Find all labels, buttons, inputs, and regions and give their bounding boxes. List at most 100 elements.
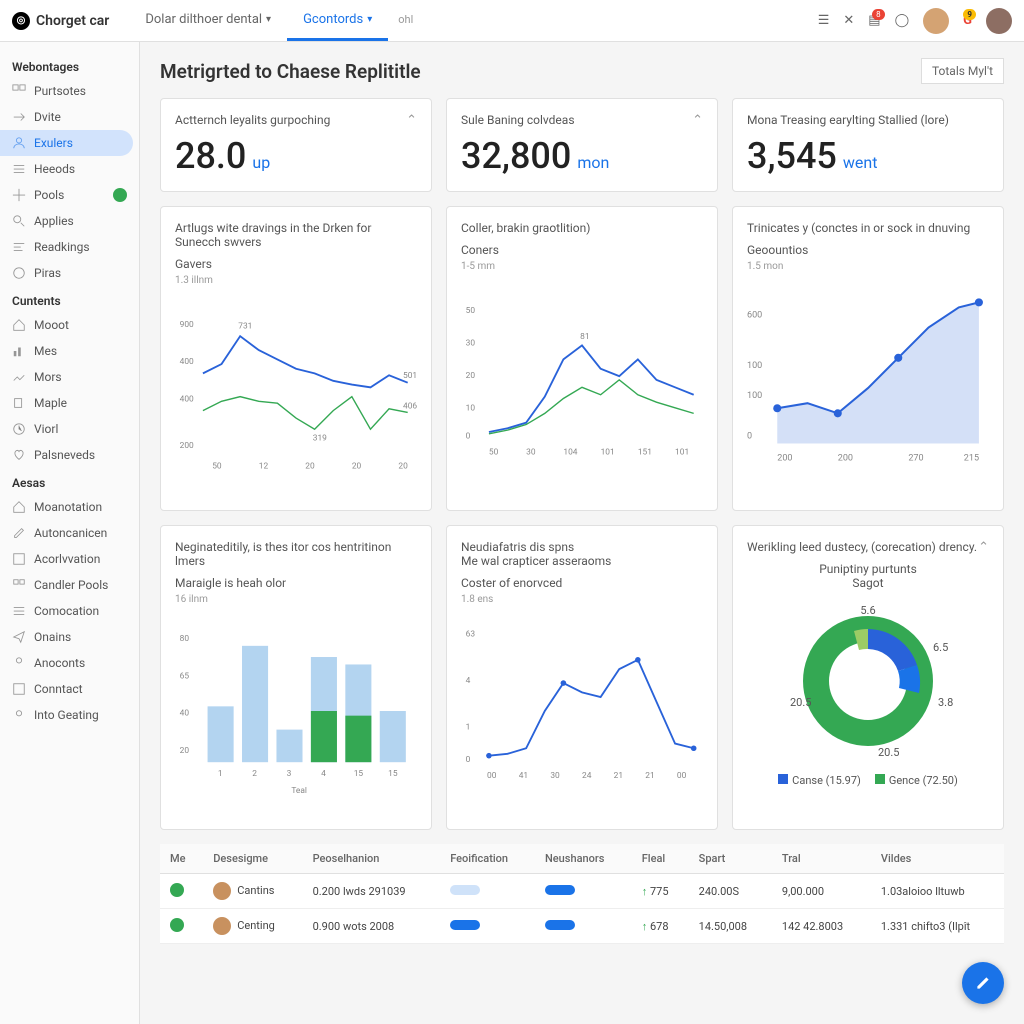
topbar-right: ☰ ✕ ▤8 ◯ G9 bbox=[818, 8, 1012, 34]
filter-dropdown[interactable]: Totals Myl't bbox=[921, 58, 1004, 84]
svg-text:80: 80 bbox=[180, 634, 190, 644]
progress-pill bbox=[450, 885, 480, 895]
svg-text:100: 100 bbox=[747, 391, 762, 401]
sidebar-item-pools[interactable]: Pools bbox=[0, 182, 139, 208]
sidebar-item-readkings[interactable]: Readkings bbox=[0, 234, 139, 260]
svg-text:0: 0 bbox=[747, 432, 752, 442]
svg-text:30: 30 bbox=[466, 338, 476, 348]
collapse-icon[interactable]: ⌃ bbox=[406, 113, 417, 128]
svg-text:406: 406 bbox=[403, 402, 417, 412]
svg-text:501: 501 bbox=[403, 371, 417, 381]
sidebar-item-purtsotes[interactable]: Purtsotes bbox=[0, 78, 139, 104]
svg-text:30: 30 bbox=[526, 447, 536, 457]
svg-text:00: 00 bbox=[677, 771, 687, 781]
progress-pill bbox=[545, 885, 575, 895]
svg-text:41: 41 bbox=[519, 771, 528, 781]
charts-row-2: Neginateditily, is thes itor cos hentrit… bbox=[160, 525, 1004, 830]
tab-ohl[interactable]: ohl bbox=[388, 0, 423, 41]
edit-icon bbox=[12, 526, 26, 540]
chart-card-2: Coller, brakin graotlition) Coners 1-5 m… bbox=[446, 206, 718, 511]
col-me[interactable]: Me bbox=[160, 844, 203, 874]
svg-text:4: 4 bbox=[321, 769, 326, 779]
sidebar-item-anoconts[interactable]: Anoconts bbox=[0, 650, 139, 676]
table-row[interactable]: Centing 0.900 wots 2008 ↑ 678 14.50,008 … bbox=[160, 909, 1004, 944]
avatar-1[interactable] bbox=[923, 8, 949, 34]
svg-text:12: 12 bbox=[259, 461, 269, 471]
svg-text:15: 15 bbox=[388, 769, 398, 779]
col-peoselhanion[interactable]: Peoselhanion bbox=[303, 844, 441, 874]
google-icon[interactable]: G9 bbox=[963, 13, 972, 28]
table-row[interactable]: Cantins 0.200 lwds 291039 ↑ 775 240.00S … bbox=[160, 874, 1004, 909]
sidebar-item-into-geating[interactable]: Into Geating bbox=[0, 702, 139, 728]
list-icon bbox=[12, 604, 26, 618]
svg-text:215: 215 bbox=[964, 454, 979, 464]
sidebar-item-maple[interactable]: Maple bbox=[0, 390, 139, 416]
close-icon[interactable]: ✕ bbox=[843, 13, 854, 28]
svg-text:0: 0 bbox=[466, 432, 471, 442]
col-neushanors[interactable]: Neushanors bbox=[535, 844, 632, 874]
app-logo[interactable]: ◎ Chorget car bbox=[12, 12, 109, 30]
svg-text:151: 151 bbox=[638, 447, 652, 457]
up-arrow-icon: ↑ bbox=[642, 885, 650, 898]
svg-text:600: 600 bbox=[747, 311, 762, 321]
table-header-row: Me Desesigme Peoselhanion Feoification N… bbox=[160, 844, 1004, 874]
sidebar-item-dvite[interactable]: Dvite bbox=[0, 104, 139, 130]
tab-dolar[interactable]: Dolar dilthoer dental▾ bbox=[129, 0, 287, 41]
col-fleal[interactable]: Fleal bbox=[632, 844, 689, 874]
sidebar-item-onains[interactable]: Onains bbox=[0, 624, 139, 650]
user-icon bbox=[12, 136, 26, 150]
tab-gcontords[interactable]: Gcontords▾ bbox=[287, 0, 388, 41]
col-vildes[interactable]: Vildes bbox=[871, 844, 1004, 874]
donut-title: Puniptiny purtunts Sagot bbox=[819, 562, 917, 590]
sidebar-item-exulers[interactable]: Exulers bbox=[0, 130, 133, 156]
col-desesigme[interactable]: Desesigme bbox=[203, 844, 302, 874]
svg-text:3: 3 bbox=[287, 769, 292, 779]
sidebar-item-moanotation[interactable]: Moanotation bbox=[0, 494, 139, 520]
avatar-2[interactable] bbox=[986, 8, 1012, 34]
menu-icon[interactable]: ☰ bbox=[818, 13, 830, 28]
collapse-icon[interactable]: ⌃ bbox=[978, 540, 989, 555]
notification-icon[interactable]: ▤8 bbox=[868, 13, 880, 28]
grid-icon bbox=[12, 84, 26, 98]
sidebar-item-applies[interactable]: Applies bbox=[0, 208, 139, 234]
sidebar-item-acorlvvation[interactable]: Acorlvvation bbox=[0, 546, 139, 572]
sidebar-item-conntact[interactable]: Conntact bbox=[0, 676, 139, 702]
list-icon bbox=[12, 162, 26, 176]
sidebar-item-palsneveds[interactable]: Palsneveds bbox=[0, 442, 139, 468]
edit-icon bbox=[974, 974, 992, 992]
svg-text:30: 30 bbox=[550, 771, 560, 781]
col-feoification[interactable]: Feoification bbox=[440, 844, 535, 874]
kpi-card-3: Mona Treasing earylting Stallied (lore) … bbox=[732, 98, 1004, 192]
sidebar-item-candler-pools[interactable]: Candler Pools bbox=[0, 572, 139, 598]
profile-icon[interactable]: ◯ bbox=[895, 13, 910, 28]
kpi-card-2: ⌃ Sule Baning colvdeas 32,800mon bbox=[446, 98, 718, 192]
col-spart[interactable]: Spart bbox=[689, 844, 772, 874]
col-tral[interactable]: Tral bbox=[772, 844, 871, 874]
svg-text:101: 101 bbox=[675, 447, 689, 457]
svg-text:1: 1 bbox=[218, 769, 223, 779]
home-icon bbox=[12, 500, 26, 514]
svg-text:24: 24 bbox=[582, 771, 592, 781]
sidebar-item-mooot[interactable]: Mooot bbox=[0, 312, 139, 338]
sidebar-item-mes[interactable]: Mes bbox=[0, 338, 139, 364]
sidebar-item-autoncanicen[interactable]: Autoncanicen bbox=[0, 520, 139, 546]
line-chart-2: 503020100 81 5030104101151101 bbox=[461, 278, 703, 478]
svg-text:20: 20 bbox=[466, 371, 476, 381]
sidebar-item-piras[interactable]: Piras bbox=[0, 260, 139, 286]
chart-card-1: Artlugs wite dravings in the Drken for S… bbox=[160, 206, 432, 511]
svg-text:200: 200 bbox=[777, 454, 792, 464]
progress-pill bbox=[450, 920, 480, 930]
svg-text:400: 400 bbox=[180, 357, 194, 367]
sidebar-item-mors[interactable]: Mors bbox=[0, 364, 139, 390]
svg-text:40: 40 bbox=[180, 709, 190, 719]
sidebar-item-heeods[interactable]: Heeods bbox=[0, 156, 139, 182]
svg-text:101: 101 bbox=[601, 447, 615, 457]
area-chart: 6001001000 200200270215 bbox=[747, 278, 989, 478]
top-tabs: Dolar dilthoer dental▾ Gcontords▾ ohl bbox=[129, 0, 423, 41]
svg-text:Teal: Teal bbox=[291, 786, 307, 796]
sidebar-item-viorl[interactable]: Viorl bbox=[0, 416, 139, 442]
sidebar-item-comocation[interactable]: Comocation bbox=[0, 598, 139, 624]
collapse-icon[interactable]: ⌃ bbox=[692, 113, 703, 128]
fab-button[interactable] bbox=[962, 962, 1004, 1004]
svg-text:15: 15 bbox=[354, 769, 364, 779]
